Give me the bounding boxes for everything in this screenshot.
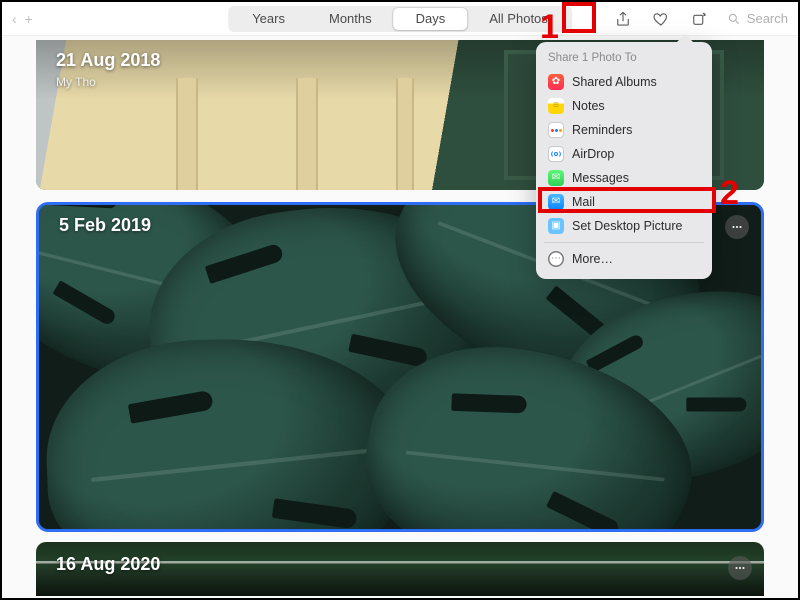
mail-icon: ✉ xyxy=(548,194,564,210)
share-item-mail[interactable]: ✉ Mail xyxy=(536,190,712,214)
favorite-heart-icon[interactable] xyxy=(651,9,671,29)
share-item-reminders[interactable]: Reminders xyxy=(536,118,712,142)
share-item-set-desktop-picture[interactable]: ▣ Set Desktop Picture xyxy=(536,214,712,238)
view-segmented-control: Years Months Days All Photos xyxy=(228,6,572,32)
rotate-icon[interactable] xyxy=(689,9,709,29)
separator xyxy=(544,242,704,243)
tab-all-photos[interactable]: All Photos xyxy=(467,8,570,30)
share-item-messages[interactable]: ✉ Messages xyxy=(536,166,712,190)
toolbar: ‹ + Years Months Days All Photos Search xyxy=(2,2,798,36)
messages-icon: ✉ xyxy=(548,170,564,186)
ellipsis-icon xyxy=(730,220,744,234)
card-date: 5 Feb 2019 xyxy=(59,215,151,236)
search-icon xyxy=(727,12,741,26)
photos-app-window: ‹ + Years Months Days All Photos Search xyxy=(0,0,800,600)
airdrop-icon xyxy=(548,146,564,162)
search-placeholder: Search xyxy=(747,11,788,26)
card-date: 21 Aug 2018 xyxy=(56,50,160,71)
share-item-notes[interactable]: ≡ Notes xyxy=(536,94,712,118)
ellipsis-icon xyxy=(733,561,747,575)
share-item-shared-albums[interactable]: ✿ Shared Albums xyxy=(536,70,712,94)
desktop-icon: ▣ xyxy=(548,218,564,234)
reminders-icon xyxy=(548,122,564,138)
shared-albums-icon: ✿ xyxy=(548,74,564,90)
more-icon: ⋯ xyxy=(548,251,564,267)
card-more-button[interactable] xyxy=(728,556,752,580)
tab-years[interactable]: Years xyxy=(230,8,307,30)
tab-days[interactable]: Days xyxy=(394,8,468,30)
add-button[interactable]: + xyxy=(25,11,33,27)
search-field[interactable]: Search xyxy=(727,11,788,26)
share-popover: Share 1 Photo To ✿ Shared Albums ≡ Notes… xyxy=(536,42,712,279)
notes-icon: ≡ xyxy=(548,98,564,114)
share-icon[interactable] xyxy=(613,9,633,29)
back-chevron[interactable]: ‹ xyxy=(12,11,17,27)
card-place: My Tho xyxy=(56,75,96,89)
card-more-button[interactable] xyxy=(725,215,749,239)
share-item-more[interactable]: ⋯ More… xyxy=(536,247,712,271)
card-date: 16 Aug 2020 xyxy=(56,554,160,575)
photo-group-2020-08-16[interactable]: 16 Aug 2020 xyxy=(36,542,764,596)
share-popover-header: Share 1 Photo To xyxy=(536,48,712,70)
share-item-airdrop[interactable]: AirDrop xyxy=(536,142,712,166)
tab-months[interactable]: Months xyxy=(307,8,394,30)
